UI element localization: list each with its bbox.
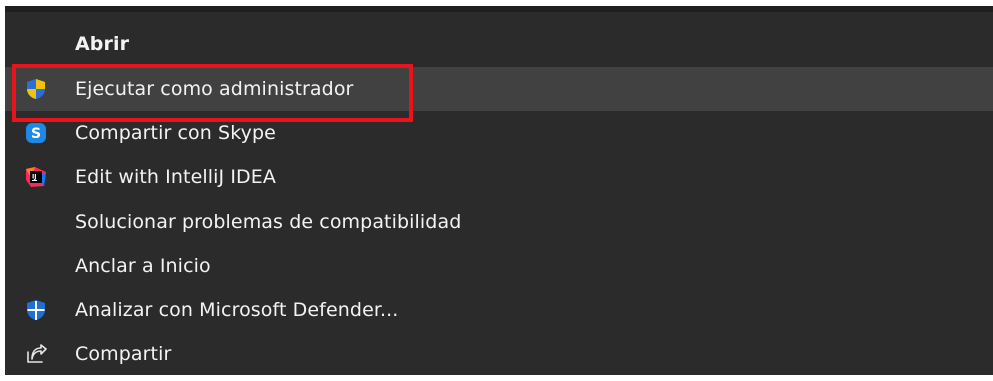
screenshot-frame: Abrir Ejecutar como administrador S Comp…	[0, 0, 993, 381]
menu-item-label: Anclar a Inicio	[75, 255, 211, 277]
intellij-idea-icon: IJ	[25, 166, 47, 188]
defender-shield-icon	[25, 299, 47, 321]
skype-icon: S	[25, 122, 47, 144]
menu-item-troubleshoot-compat[interactable]: Solucionar problemas de compatibilidad	[5, 200, 993, 244]
svg-text:IJ: IJ	[32, 174, 36, 181]
menu-item-label: Ejecutar como administrador	[75, 78, 354, 100]
menu-item-label: Abrir	[75, 33, 130, 55]
menu-top-edge	[5, 6, 993, 12]
menu-item-label: Analizar con Microsoft Defender...	[75, 299, 399, 321]
menu-item-share-skype[interactable]: S Compartir con Skype	[5, 111, 993, 155]
svg-text:S: S	[31, 126, 41, 142]
share-icon	[25, 343, 47, 365]
menu-item-abrir[interactable]: Abrir	[5, 22, 993, 66]
menu-item-edit-intellij[interactable]: IJ Edit with IntelliJ IDEA	[5, 155, 993, 199]
menu-item-scan-defender[interactable]: Analizar con Microsoft Defender...	[5, 288, 993, 332]
menu-item-label: Compartir	[75, 343, 172, 365]
menu-item-label: Compartir con Skype	[75, 122, 276, 144]
uac-shield-icon	[25, 78, 47, 100]
menu-item-label: Edit with IntelliJ IDEA	[75, 166, 276, 188]
menu-item-share[interactable]: Compartir	[5, 332, 993, 376]
menu-item-pin-start[interactable]: Anclar a Inicio	[5, 244, 993, 288]
menu-item-run-as-admin[interactable]: Ejecutar como administrador	[5, 67, 993, 111]
menu-item-label: Solucionar problemas de compatibilidad	[75, 211, 462, 233]
context-menu: Abrir Ejecutar como administrador S Comp…	[5, 6, 993, 375]
